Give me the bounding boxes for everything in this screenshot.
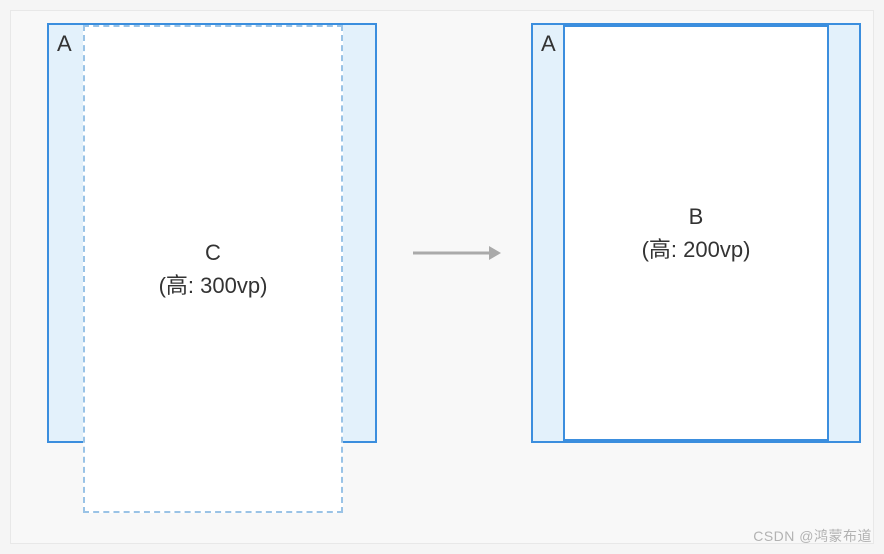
- child-c-height-label: (高: 300vp): [159, 269, 268, 302]
- container-a-right-label: A: [541, 31, 556, 57]
- diagram-canvas: A C (高: 300vp) A B (高: 200vp): [10, 10, 874, 544]
- arrow-right-icon: [411, 241, 501, 265]
- child-c-box: C (高: 300vp): [83, 25, 343, 513]
- container-a-right: A B (高: 200vp): [531, 23, 861, 443]
- child-b-name: B: [689, 200, 704, 233]
- child-c-name: C: [205, 236, 221, 269]
- child-b-height-label: (高: 200vp): [642, 233, 751, 266]
- container-a-left-label: A: [57, 31, 72, 57]
- container-a-left: A C (高: 300vp): [47, 23, 377, 443]
- child-b-box: B (高: 200vp): [563, 25, 829, 441]
- watermark-text: CSDN @鸿蒙布道: [753, 526, 872, 546]
